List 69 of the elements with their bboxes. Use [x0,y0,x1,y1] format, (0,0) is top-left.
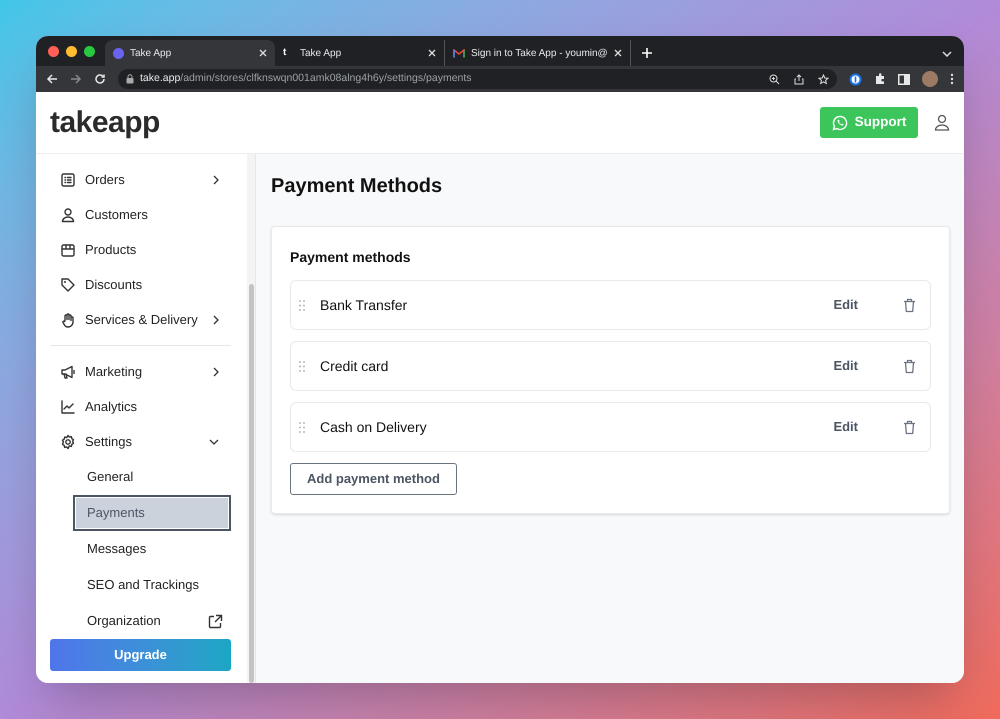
sidebar-item[interactable]: Discounts [50,267,231,302]
external-link-icon [208,614,223,628]
address-bar[interactable]: take.app/admin/stores/clfknswqn001amk08alng4h6y/settings/payments [118,69,837,89]
chevron-down-icon[interactable] [942,51,952,57]
tab-title: Sign in to Take App - youmin@ [471,46,608,60]
drag-handle-icon[interactable] [299,300,305,310]
drag-handle-icon[interactable] [299,422,305,432]
favicon-icon: t [283,48,294,58]
sidebar-subitem[interactable]: SEO and Trackings [73,567,231,603]
sidebar-item[interactable]: Customers [50,197,231,232]
user-icon [60,206,76,222]
sidebar-subitem[interactable]: Organization [73,603,231,639]
settings-icon [60,434,76,450]
sidebar-subitem[interactable]: Messages [73,531,231,567]
mail-icon [453,48,465,58]
trash-icon[interactable] [903,420,916,434]
add-payment-method-button[interactable]: Add payment method [290,463,457,495]
megaphone-icon [60,364,76,380]
password-manager-icon[interactable] [849,72,862,86]
close-icon[interactable] [428,49,436,57]
minimize-window-icon[interactable] [66,46,77,56]
star-icon[interactable] [818,74,829,84]
sidebar-toggle-icon[interactable] [898,74,910,84]
hand-icon [60,312,76,328]
sidebar-subitem[interactable]: Payments [73,495,231,531]
edit-button[interactable]: Edit [831,295,860,315]
box-icon [60,242,76,258]
payment-method-name: Credit card [320,356,390,376]
close-icon[interactable] [259,49,267,57]
new-tab-icon[interactable] [640,47,653,59]
payment-method-name: Bank Transfer [320,296,408,314]
logo[interactable]: takeapp [50,100,160,145]
sidebar-item[interactable]: Orders [50,162,231,197]
card-title: Payment methods [290,248,412,267]
scrollbar[interactable] [247,154,255,683]
list-icon [60,172,76,188]
user-icon[interactable] [934,114,950,131]
edit-button[interactable]: Edit [831,417,860,437]
sidebar-item[interactable]: Products [50,232,231,267]
sidebar-item[interactable]: Settings [50,424,231,459]
trash-icon[interactable] [903,358,916,374]
share-icon[interactable] [794,74,804,84]
drag-handle-icon[interactable] [299,360,305,372]
sidebar-item[interactable]: Services & Delivery [50,302,231,337]
payment-method-name: Cash on Delivery [320,418,428,437]
chat-bubble-icon [832,114,848,130]
lock-icon [126,74,134,84]
profile-avatar[interactable] [922,71,938,87]
more-vertical-icon[interactable] [950,73,954,85]
maximize-window-icon[interactable] [84,46,95,56]
tab-title: Take App [300,46,342,60]
sidebar-item[interactable]: Marketing [50,354,231,389]
back-arrow-icon[interactable] [46,73,58,85]
browser-tab[interactable]: Take App [105,40,275,66]
tab-title: Take App [130,46,172,60]
edit-button[interactable]: Edit [831,356,860,376]
close-icon[interactable] [614,49,622,57]
puzzle-icon[interactable] [874,73,886,85]
forward-arrow-icon[interactable] [70,73,82,85]
close-window-icon[interactable] [48,46,59,56]
sidebar-subitem[interactable]: General [73,459,231,495]
url-text: take.app/admin/stores/clfknswqn001amk08alng4h6y/settings/payments [140,71,472,86]
trash-icon[interactable] [903,298,916,312]
zoom-icon[interactable] [769,74,780,84]
sidebar-item[interactable]: Analytics [50,389,231,424]
line-chart-icon [60,398,76,414]
reload-icon[interactable] [94,73,106,85]
page-title: Payment Methods [271,174,444,198]
tag-icon [60,276,76,292]
